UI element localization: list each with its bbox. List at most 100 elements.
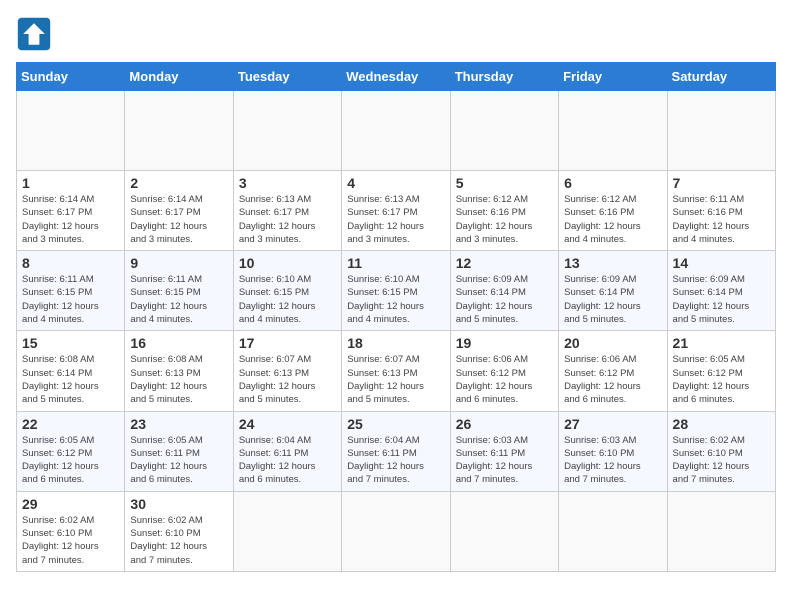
day-info: Sunrise: 6:13 AM Sunset: 6:17 PM Dayligh…	[239, 193, 336, 246]
day-number: 1	[22, 175, 119, 191]
day-number: 9	[130, 255, 227, 271]
day-cell	[667, 91, 775, 171]
day-info: Sunrise: 6:03 AM Sunset: 6:10 PM Dayligh…	[564, 434, 661, 487]
day-number: 24	[239, 416, 336, 432]
day-info: Sunrise: 6:02 AM Sunset: 6:10 PM Dayligh…	[22, 514, 119, 567]
day-cell: 22Sunrise: 6:05 AM Sunset: 6:12 PM Dayli…	[17, 411, 125, 491]
day-number: 28	[673, 416, 770, 432]
day-number: 16	[130, 335, 227, 351]
day-info: Sunrise: 6:09 AM Sunset: 6:14 PM Dayligh…	[564, 273, 661, 326]
day-cell: 8Sunrise: 6:11 AM Sunset: 6:15 PM Daylig…	[17, 251, 125, 331]
day-number: 23	[130, 416, 227, 432]
day-number: 6	[564, 175, 661, 191]
day-number: 30	[130, 496, 227, 512]
day-info: Sunrise: 6:08 AM Sunset: 6:13 PM Dayligh…	[130, 353, 227, 406]
week-row-4: 15 Sunrise: 6:08 AM Sunset: 6:14 PM Dayli…	[17, 331, 776, 411]
day-cell	[233, 91, 341, 171]
day-cell: 4 Sunrise: 6:13 AM Sunset: 6:17 PM Daylig…	[342, 171, 450, 251]
day-info: Sunrise: 6:06 AM Sunset: 6:12 PM Dayligh…	[456, 353, 553, 406]
week-row-2: 1 Sunrise: 6:14 AM Sunset: 6:17 PM Daylig…	[17, 171, 776, 251]
day-number: 10	[239, 255, 336, 271]
day-cell: 1 Sunrise: 6:14 AM Sunset: 6:17 PM Daylig…	[17, 171, 125, 251]
day-number: 19	[456, 335, 553, 351]
day-info: Sunrise: 6:04 AM Sunset: 6:11 PM Dayligh…	[239, 434, 336, 487]
day-cell: 9 Sunrise: 6:11 AM Sunset: 6:15 PM Daylig…	[125, 251, 233, 331]
header-cell-sunday: Sunday	[17, 63, 125, 91]
header-cell-saturday: Saturday	[667, 63, 775, 91]
day-cell: 12Sunrise: 6:09 AM Sunset: 6:14 PM Dayli…	[450, 251, 558, 331]
week-row-3: 8Sunrise: 6:11 AM Sunset: 6:15 PM Daylig…	[17, 251, 776, 331]
header-cell-monday: Monday	[125, 63, 233, 91]
day-cell: 20 Sunrise: 6:06 AM Sunset: 6:12 PM Dayli…	[559, 331, 667, 411]
day-info: Sunrise: 6:14 AM Sunset: 6:17 PM Dayligh…	[22, 193, 119, 246]
day-cell	[342, 91, 450, 171]
day-cell: 28 Sunrise: 6:02 AM Sunset: 6:10 PM Dayli…	[667, 411, 775, 491]
day-info: Sunrise: 6:02 AM Sunset: 6:10 PM Dayligh…	[130, 514, 227, 567]
day-number: 18	[347, 335, 444, 351]
day-info: Sunrise: 6:05 AM Sunset: 6:11 PM Dayligh…	[130, 434, 227, 487]
day-info: Sunrise: 6:09 AM Sunset: 6:14 PM Dayligh…	[673, 273, 770, 326]
day-cell	[233, 491, 341, 571]
day-cell: 5 Sunrise: 6:12 AM Sunset: 6:16 PM Daylig…	[450, 171, 558, 251]
day-cell: 29Sunrise: 6:02 AM Sunset: 6:10 PM Dayli…	[17, 491, 125, 571]
day-info: Sunrise: 6:10 AM Sunset: 6:15 PM Dayligh…	[347, 273, 444, 326]
day-info: Sunrise: 6:07 AM Sunset: 6:13 PM Dayligh…	[347, 353, 444, 406]
day-number: 13	[564, 255, 661, 271]
day-number: 4	[347, 175, 444, 191]
header-cell-friday: Friday	[559, 63, 667, 91]
day-info: Sunrise: 6:05 AM Sunset: 6:12 PM Dayligh…	[22, 434, 119, 487]
day-info: Sunrise: 6:04 AM Sunset: 6:11 PM Dayligh…	[347, 434, 444, 487]
day-number: 11	[347, 255, 444, 271]
day-cell	[17, 91, 125, 171]
day-number: 27	[564, 416, 661, 432]
day-number: 12	[456, 255, 553, 271]
day-info: Sunrise: 6:12 AM Sunset: 6:16 PM Dayligh…	[564, 193, 661, 246]
day-number: 7	[673, 175, 770, 191]
day-info: Sunrise: 6:07 AM Sunset: 6:13 PM Dayligh…	[239, 353, 336, 406]
day-cell: 18 Sunrise: 6:07 AM Sunset: 6:13 PM Dayli…	[342, 331, 450, 411]
day-number: 15	[22, 335, 119, 351]
day-number: 20	[564, 335, 661, 351]
day-cell: 2Sunrise: 6:14 AM Sunset: 6:17 PM Daylig…	[125, 171, 233, 251]
day-number: 21	[673, 335, 770, 351]
logo	[16, 16, 56, 52]
header-row: SundayMondayTuesdayWednesdayThursdayFrid…	[17, 63, 776, 91]
day-number: 25	[347, 416, 444, 432]
day-number: 5	[456, 175, 553, 191]
day-cell: 3 Sunrise: 6:13 AM Sunset: 6:17 PM Daylig…	[233, 171, 341, 251]
header-cell-wednesday: Wednesday	[342, 63, 450, 91]
day-cell	[342, 491, 450, 571]
day-info: Sunrise: 6:11 AM Sunset: 6:15 PM Dayligh…	[22, 273, 119, 326]
day-info: Sunrise: 6:11 AM Sunset: 6:16 PM Dayligh…	[673, 193, 770, 246]
page-header	[16, 16, 776, 52]
day-info: Sunrise: 6:10 AM Sunset: 6:15 PM Dayligh…	[239, 273, 336, 326]
day-info: Sunrise: 6:06 AM Sunset: 6:12 PM Dayligh…	[564, 353, 661, 406]
header-cell-tuesday: Tuesday	[233, 63, 341, 91]
day-cell	[667, 491, 775, 571]
day-cell: 14 Sunrise: 6:09 AM Sunset: 6:14 PM Dayli…	[667, 251, 775, 331]
day-info: Sunrise: 6:08 AM Sunset: 6:14 PM Dayligh…	[22, 353, 119, 406]
day-cell: 26 Sunrise: 6:03 AM Sunset: 6:11 PM Dayli…	[450, 411, 558, 491]
day-cell: 21 Sunrise: 6:05 AM Sunset: 6:12 PM Dayli…	[667, 331, 775, 411]
day-cell: 25 Sunrise: 6:04 AM Sunset: 6:11 PM Dayli…	[342, 411, 450, 491]
day-info: Sunrise: 6:13 AM Sunset: 6:17 PM Dayligh…	[347, 193, 444, 246]
day-number: 14	[673, 255, 770, 271]
day-info: Sunrise: 6:03 AM Sunset: 6:11 PM Dayligh…	[456, 434, 553, 487]
day-cell: 6 Sunrise: 6:12 AM Sunset: 6:16 PM Daylig…	[559, 171, 667, 251]
day-info: Sunrise: 6:14 AM Sunset: 6:17 PM Dayligh…	[130, 193, 227, 246]
day-number: 17	[239, 335, 336, 351]
day-cell: 7 Sunrise: 6:11 AM Sunset: 6:16 PM Daylig…	[667, 171, 775, 251]
day-info: Sunrise: 6:02 AM Sunset: 6:10 PM Dayligh…	[673, 434, 770, 487]
calendar-table: SundayMondayTuesdayWednesdayThursdayFrid…	[16, 62, 776, 572]
day-info: Sunrise: 6:11 AM Sunset: 6:15 PM Dayligh…	[130, 273, 227, 326]
day-cell: 17 Sunrise: 6:07 AM Sunset: 6:13 PM Dayli…	[233, 331, 341, 411]
day-cell	[559, 491, 667, 571]
day-info: Sunrise: 6:05 AM Sunset: 6:12 PM Dayligh…	[673, 353, 770, 406]
day-number: 3	[239, 175, 336, 191]
day-info: Sunrise: 6:12 AM Sunset: 6:16 PM Dayligh…	[456, 193, 553, 246]
week-row-5: 22Sunrise: 6:05 AM Sunset: 6:12 PM Dayli…	[17, 411, 776, 491]
day-cell: 23 Sunrise: 6:05 AM Sunset: 6:11 PM Dayli…	[125, 411, 233, 491]
day-cell: 19 Sunrise: 6:06 AM Sunset: 6:12 PM Dayli…	[450, 331, 558, 411]
day-number: 26	[456, 416, 553, 432]
day-cell: 15 Sunrise: 6:08 AM Sunset: 6:14 PM Dayli…	[17, 331, 125, 411]
